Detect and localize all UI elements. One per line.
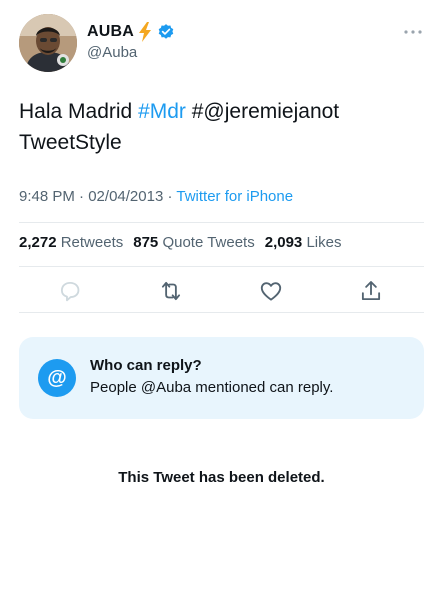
retweets-count: 2,272 (19, 234, 57, 251)
retweets-label: Retweets (56, 234, 124, 251)
share-icon[interactable] (358, 278, 384, 304)
likes-count: 2,093 (264, 234, 303, 251)
display-name-row: AUBA (87, 21, 175, 43)
hashtag-link[interactable]: #Mdr (138, 100, 186, 123)
divider (19, 312, 424, 313)
display-name[interactable]: AUBA (87, 23, 134, 41)
divider (19, 222, 424, 223)
avatar-photo (19, 14, 77, 72)
reply-restriction-description: People @Auba mentioned can reply. (90, 379, 334, 396)
likes-label: Likes (302, 234, 342, 251)
reply-icon[interactable] (57, 278, 83, 304)
heart-icon[interactable] (258, 278, 284, 304)
deleted-tweet-notice: This Tweet has been deleted. (118, 469, 325, 486)
meta-separator: · (74, 188, 89, 205)
reply-restriction-title: Who can reply? (90, 357, 202, 374)
engagement-stats: 2,272 Retweets 875 Quote Tweets 2,093 Like… (19, 234, 341, 251)
avatar[interactable] (19, 14, 77, 72)
quote-tweets-label: Quote Tweets (158, 234, 255, 251)
mention-icon: @ (38, 359, 76, 397)
tweet-source-link[interactable]: Twitter for iPhone (176, 188, 293, 205)
author-names: AUBA @Auba (87, 21, 175, 61)
tweet-text: Hala Madrid #Mdr #@jeremiejanot TweetSty… (19, 96, 419, 158)
tweet-header: AUBA @Auba (19, 14, 429, 74)
quote-tweets-stat[interactable]: 875 Quote Tweets (133, 234, 254, 251)
verified-badge-icon (157, 23, 175, 41)
meta-separator: · (163, 188, 177, 205)
reply-restriction-card[interactable]: @ Who can reply? People @Auba mentioned … (19, 337, 424, 419)
retweet-icon[interactable] (158, 278, 184, 304)
tweet-time[interactable]: 9:48 PM (19, 188, 75, 205)
retweets-stat[interactable]: 2,272 Retweets (19, 234, 123, 251)
tweet-date[interactable]: 02/04/2013 (88, 188, 163, 205)
tweet-actions (19, 278, 424, 306)
more-options-icon[interactable] (403, 24, 423, 34)
divider (19, 266, 424, 267)
likes-stat[interactable]: 2,093 Likes (265, 234, 342, 251)
quote-tweets-count: 875 (133, 234, 159, 251)
tweet-meta: 9:48 PM · 02/04/2013 · Twitter for iPhon… (19, 188, 293, 205)
handle[interactable]: @Auba (87, 44, 175, 61)
tweet-text-start: Hala Madrid (19, 100, 139, 123)
zap-icon (138, 22, 152, 42)
